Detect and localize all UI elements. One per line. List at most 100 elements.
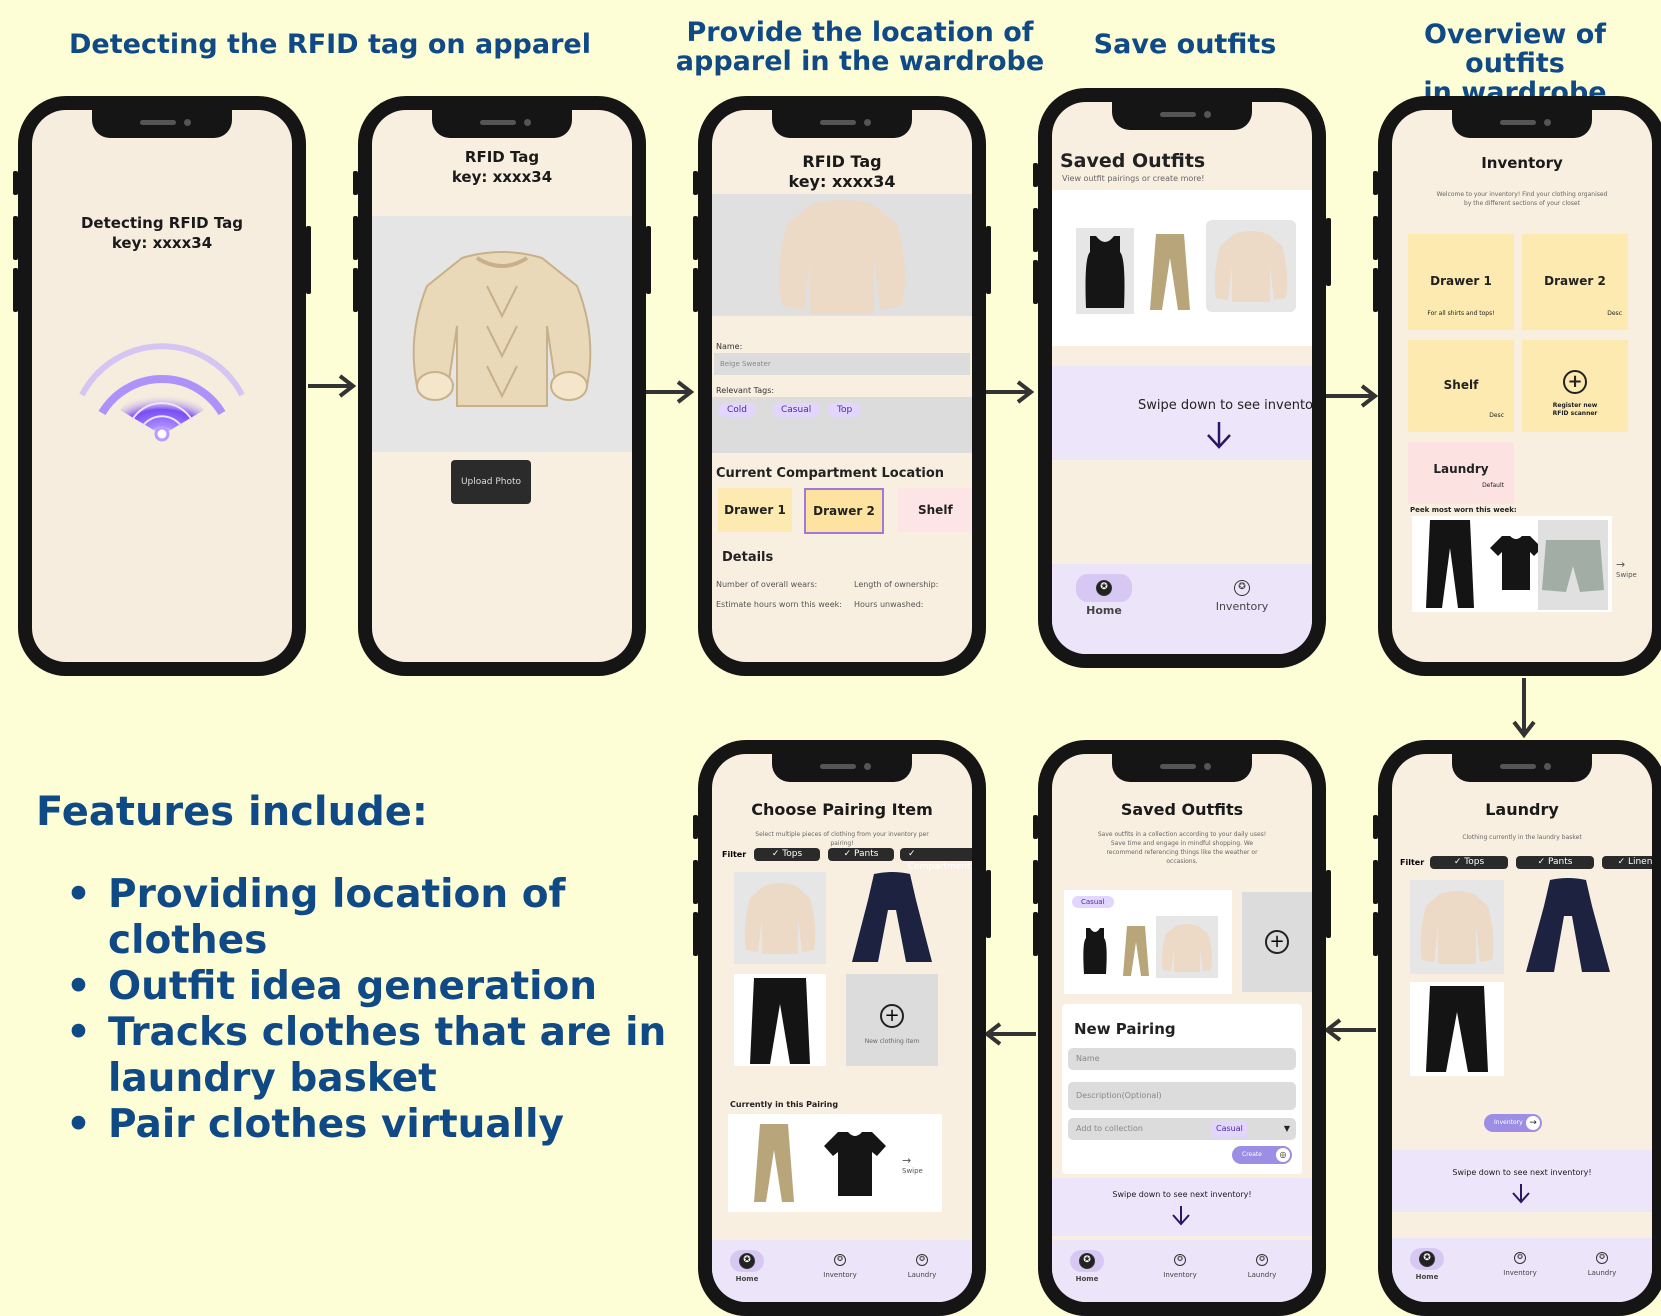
filter-label: Filter [722,850,747,859]
peek-item-trousers [1426,520,1474,608]
upload-photo-button[interactable]: Upload Photo [451,460,531,504]
name-label: Name: [716,342,743,351]
inventory-button[interactable]: Inventory → [1484,1114,1542,1132]
phone-detecting-rfid: Detecting RFID Tag key: xxxx34 [13,96,311,676]
laundry-item-trousers[interactable] [1410,982,1504,1076]
home-icon: ✪ [1079,1253,1095,1269]
create-icon: ◎ [1276,1148,1290,1162]
home-icon: ✪ [1419,1251,1435,1267]
nav-inventory[interactable]: ✪ Inventory [1202,580,1282,613]
peek-label: Peek most worn this week: [1410,506,1517,514]
swipe-hint: Swipe down to see inventory! [1138,398,1312,413]
nav-home[interactable]: ✪ Home [1062,1250,1112,1283]
tag-chip[interactable]: Casual [772,403,821,417]
pairing-item-scarf[interactable] [846,870,938,966]
laundry-item-scarf[interactable] [1520,876,1616,976]
arrow-left-icon [1323,1018,1376,1042]
feature-item: • Pair clothes virtually [66,1102,564,1147]
peek-carousel[interactable] [1412,516,1612,612]
swipe-hint: Swipe down to see next inventory! [1112,1190,1252,1199]
nav-home[interactable]: ✪ Home [1074,574,1134,617]
nav-inventory[interactable]: ✪ Inventory [810,1254,870,1279]
add-to-collection-select[interactable]: Add to collection Casual ▼ [1068,1118,1296,1140]
detecting-label: Detecting RFID Tag [80,214,244,232]
create-button[interactable]: Create ◎ [1232,1146,1292,1164]
collection-item-sweater [1156,916,1218,978]
page-subtitle: View outfit pairings or create more! [1062,174,1205,183]
page-title: Inventory [1481,154,1563,172]
current-pairing-card[interactable]: → Swipe [728,1114,942,1212]
tag-chip[interactable]: Cold [718,403,757,417]
feature-item: • Providing location of clothes [66,872,566,963]
nav-laundry[interactable]: ✪ Laundry [1232,1254,1292,1279]
laundry-icon: ✪ [1256,1254,1268,1266]
tags-label: Relevant Tags: [716,386,775,395]
nav-laundry[interactable]: ✪ Laundry [892,1254,952,1279]
new-clothing-item-button[interactable]: + New clothing item [846,974,938,1066]
name-input[interactable]: Name [1068,1048,1296,1070]
bottom-nav: ✪ Home ✪ Inventory [1052,564,1312,654]
nav-inventory[interactable]: ✪ Inventory [1490,1252,1550,1277]
page-subtitle: Clothing currently in the laundry basket [1462,834,1582,841]
compartment-drawer-2[interactable]: Drawer 2 [804,488,884,534]
swipe-panel[interactable]: Swipe down to see next inventory! [1052,1178,1312,1236]
laundry-icon: ✪ [1596,1252,1608,1264]
feature-item: • Tracks clothes that are in laundry bas… [66,1010,667,1101]
filter-chip-linen[interactable]: ✓ Linen [1602,856,1652,869]
filter-chip-pants[interactable]: ✓ Pants [1516,856,1594,869]
tile-shelf[interactable]: Shelf Desc [1408,340,1514,432]
nav-laundry[interactable]: ✪ Laundry [1572,1252,1632,1277]
laundry-icon: ✪ [916,1254,928,1266]
nav-inventory[interactable]: ✪ Inventory [1150,1254,1210,1279]
swipe-panel[interactable]: Swipe down to see next inventory! [1392,1150,1652,1212]
step-title-location: Provide the location of apparel in the w… [675,17,1045,77]
pairing-item-trousers[interactable] [734,974,826,1066]
compartment-drawer-1[interactable]: Drawer 1 [718,488,792,532]
outfit-card[interactable] [1052,190,1312,346]
tile-drawer-2[interactable]: Drawer 2 Desc [1522,234,1628,330]
nav-home[interactable]: ✪ Home [1402,1248,1452,1281]
rfid-tag-label: RFID Tag [464,148,540,166]
page-subtitle: Welcome to your inventory! Find your clo… [1436,191,1608,207]
arrow-right-icon: → [902,1154,912,1167]
filter-chip-compartment[interactable]: ✓ Compartment [900,848,972,872]
tile-drawer-1[interactable]: Drawer 1 For all shirts and tops! [1408,234,1514,330]
feature-item: • Outfit idea generation [66,964,598,1009]
add-collection-button[interactable]: + [1242,892,1312,992]
swipe-label[interactable]: → Swipe [1616,558,1637,579]
features-block: Features include: • Providing location o… [36,788,676,1148]
peek-item-tshirt [1490,536,1542,590]
rfid-signal-icon [79,343,245,442]
outfit-item-sweater [1206,220,1296,312]
chevron-down-icon: ▼ [1283,1124,1290,1133]
collection-item-tank [1083,928,1107,974]
current-item-pants [754,1124,794,1202]
filter-chip-tops[interactable]: ✓ Tops [1430,856,1508,869]
arrow-down-icon [1207,422,1231,449]
page-subtitle: Save outfits in a collection according t… [1097,831,1267,865]
step-title-save: Save outfits [1093,29,1277,60]
nav-home[interactable]: ✪ Home [722,1250,772,1283]
filter-chip-tops[interactable]: ✓ Tops [754,848,820,861]
description-input[interactable]: Description(Optional) [1068,1082,1296,1110]
tile-laundry[interactable]: Laundry Default [1408,442,1514,504]
collection-card[interactable]: Casual [1064,890,1232,994]
collection-item-pants [1123,926,1149,976]
swipe-hint: Swipe down to see next inventory! [1452,1168,1592,1177]
detail-hours-unwashed: Hours unwashed: [854,600,924,609]
laundry-item-sweater[interactable] [1410,880,1504,974]
current-pairing-label: Currently in this Pairing [730,1100,839,1109]
inventory-icon: ✪ [1174,1254,1186,1266]
pairing-item-sweater[interactable] [734,872,826,964]
sweater-image [778,200,906,314]
tile-register-rfid[interactable]: + Register new RFID scanner [1522,340,1628,432]
filter-chip-pants[interactable]: ✓ Pants [828,848,894,861]
outfit-item-tank [1076,228,1134,314]
compartment-shelf[interactable]: Shelf [898,488,972,532]
tag-chip[interactable]: Top [828,403,862,417]
swipe-label[interactable]: → Swipe [902,1154,923,1175]
swipe-panel[interactable]: Swipe down to see inventory! [1052,366,1312,460]
phone-choose-pairing: Choose Pairing Item Select multiple piec… [693,740,991,1316]
phone-rfid-upload: RFID Tag key: xxxx34 Upload Photo [353,96,651,676]
name-field[interactable]: Beige Sweater [714,353,970,375]
